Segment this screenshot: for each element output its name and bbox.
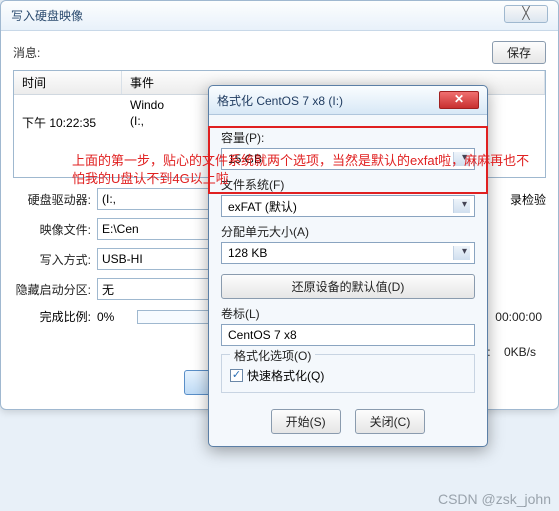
front-title: 格式化 CentOS 7 x8 (I:) <box>217 92 343 109</box>
filesystem-label: 文件系统(F) <box>221 176 475 193</box>
volume-label: 卷标(L) <box>221 305 475 322</box>
close-icon[interactable]: ✕ <box>439 91 479 109</box>
alloc-select[interactable]: 128 KB <box>221 242 475 264</box>
filesystem-select[interactable]: exFAT (默认) <box>221 195 475 217</box>
progress-percent: 0% <box>97 310 137 324</box>
drive-label: 硬盘驱动器: <box>13 191 91 208</box>
close-button[interactable]: 关闭(C) <box>355 409 426 434</box>
quick-format-checkbox[interactable]: ✓ 快速格式化(Q) <box>230 367 466 384</box>
hidden-partition-label: 隐藏启动分区: <box>13 281 91 298</box>
alloc-label: 分配单元大小(A) <box>221 223 475 240</box>
message-label: 消息: <box>13 44 40 61</box>
capacity-label: 容量(P): <box>221 129 475 146</box>
image-file-label: 映像文件: <box>13 221 91 238</box>
format-options-group: 格式化选项(O) ✓ 快速格式化(Q) <box>221 354 475 393</box>
write-method-label: 写入方式: <box>13 251 91 268</box>
back-titlebar[interactable]: 写入硬盘映像 ╳ <box>1 1 558 31</box>
col-time[interactable]: 时间 <box>14 71 122 94</box>
format-dialog: 格式化 CentOS 7 x8 (I:) ✕ 容量(P): 15 GB 文件系统… <box>208 85 488 447</box>
capacity-select[interactable]: 15 GB <box>221 148 475 170</box>
start-button[interactable]: 开始(S) <box>271 409 341 434</box>
volume-input[interactable] <box>221 324 475 346</box>
progress-label: 完成比例: <box>13 308 91 325</box>
save-button[interactable]: 保存 <box>492 41 546 64</box>
close-icon[interactable]: ╳ <box>504 5 548 23</box>
front-titlebar[interactable]: 格式化 CentOS 7 x8 (I:) ✕ <box>209 86 487 115</box>
quick-format-label: 快速格式化(Q) <box>247 367 324 384</box>
speed-value: 0KB/s <box>504 345 536 359</box>
format-options-label: 格式化选项(O) <box>230 347 315 364</box>
restore-defaults-button[interactable]: 还原设备的默认值(D) <box>221 274 475 299</box>
verify-label: 录检验 <box>510 191 546 208</box>
progress-time: 00:00:00 <box>495 310 542 324</box>
watermark: CSDN @zsk_john <box>438 491 551 507</box>
back-title: 写入硬盘映像 <box>11 7 83 24</box>
checkbox-icon: ✓ <box>230 369 243 382</box>
